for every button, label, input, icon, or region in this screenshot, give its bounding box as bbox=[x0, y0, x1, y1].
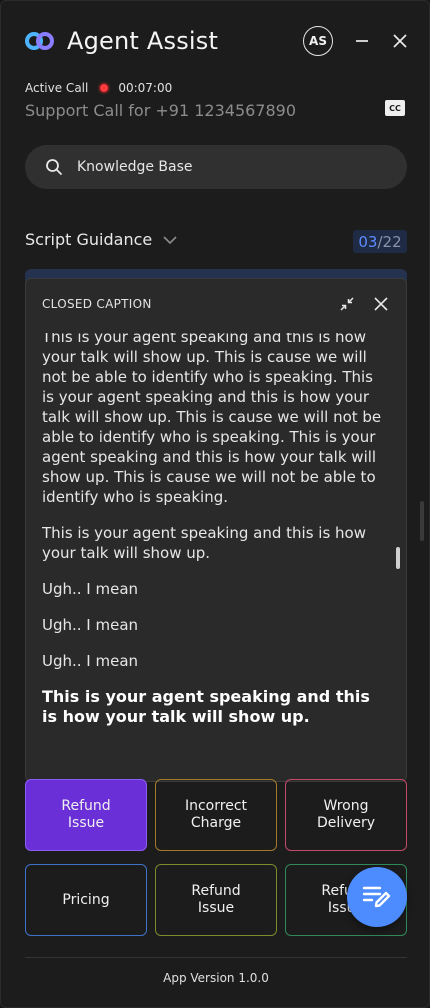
app-title: Agent Assist bbox=[67, 27, 219, 55]
caption-scrollbar[interactable] bbox=[396, 547, 400, 569]
footer-divider bbox=[25, 957, 407, 958]
call-timer: 00:07:00 bbox=[118, 81, 173, 95]
main-scrollbar[interactable] bbox=[420, 501, 424, 541]
search-placeholder: Knowledge Base bbox=[77, 159, 193, 175]
script-step-total: /22 bbox=[377, 232, 402, 251]
caption-close-icon[interactable] bbox=[372, 295, 390, 313]
intent-tile-label: Charge bbox=[190, 815, 242, 831]
caption-line: This is your agent speaking and this is … bbox=[42, 333, 382, 506]
agent-assist-window: Agent Assist AS Active Call 00:07:00 Sup… bbox=[0, 0, 430, 1008]
caption-transcript[interactable]: This is your agent speaking and this is … bbox=[42, 333, 382, 781]
caption-line: Ugh.. I mean bbox=[42, 580, 139, 598]
script-step-current: 03 bbox=[358, 232, 378, 251]
call-status-label: Active Call bbox=[25, 81, 89, 95]
closed-caption-header: CLOSED CAPTION bbox=[26, 279, 406, 329]
closed-caption-title: CLOSED CAPTION bbox=[42, 297, 152, 311]
caption-line: This is your agent speaking and this is … bbox=[42, 524, 367, 562]
intent-tile-label: Delivery bbox=[316, 815, 376, 831]
intent-tile-label: Issue bbox=[197, 900, 235, 916]
intent-tile-label: Issue bbox=[67, 815, 105, 831]
active-call-row: Active Call 00:07:00 bbox=[25, 81, 172, 95]
avatar[interactable]: AS bbox=[303, 26, 333, 56]
script-guidance-toggle[interactable]: Script Guidance bbox=[25, 230, 178, 249]
intent-tile-pricing[interactable]: Pricing bbox=[25, 864, 147, 936]
intent-tile-label: Refund bbox=[61, 798, 111, 814]
intent-tile-label: Refund bbox=[191, 883, 241, 899]
logo-icon bbox=[25, 30, 55, 52]
knowledge-base-search[interactable]: Knowledge Base bbox=[25, 145, 407, 189]
collapse-icon[interactable] bbox=[338, 295, 356, 313]
notes-edit-icon bbox=[362, 886, 391, 908]
caption-line-current: This is your agent speaking and this is … bbox=[42, 687, 370, 726]
caption-line: Ugh.. I mean bbox=[42, 616, 139, 634]
chevron-down-icon bbox=[163, 235, 177, 244]
script-guidance-label: Script Guidance bbox=[25, 230, 153, 249]
minimize-icon[interactable] bbox=[353, 32, 371, 50]
notes-fab-button[interactable] bbox=[347, 867, 407, 927]
closed-caption-panel: CLOSED CAPTION This is your agent speaki… bbox=[25, 278, 407, 782]
intent-tile-label: Incorrect bbox=[184, 798, 248, 814]
intent-tile-incorrect-charge[interactable]: Incorrect Charge bbox=[155, 779, 277, 851]
close-icon[interactable] bbox=[391, 32, 409, 50]
app-header: Agent Assist AS bbox=[25, 25, 409, 57]
search-icon bbox=[46, 159, 62, 175]
intent-tile-label: Pricing bbox=[62, 891, 110, 908]
intent-tile-label: Wrong bbox=[323, 798, 369, 814]
script-step-counter: 03/22 bbox=[353, 230, 407, 253]
intent-tile-refund-issue[interactable]: Refund Issue bbox=[155, 864, 277, 936]
app-version: App Version 1.0.0 bbox=[163, 971, 269, 985]
caption-line: Ugh.. I mean bbox=[42, 652, 139, 670]
call-description: Support Call for +91 1234567890 bbox=[25, 101, 297, 120]
closed-caption-toggle-button[interactable]: CC bbox=[385, 100, 405, 116]
intent-tile-refund-issue[interactable]: Refund Issue bbox=[25, 779, 147, 851]
recording-indicator-icon bbox=[98, 82, 111, 94]
intent-tile-wrong-delivery[interactable]: Wrong Delivery bbox=[285, 779, 407, 851]
